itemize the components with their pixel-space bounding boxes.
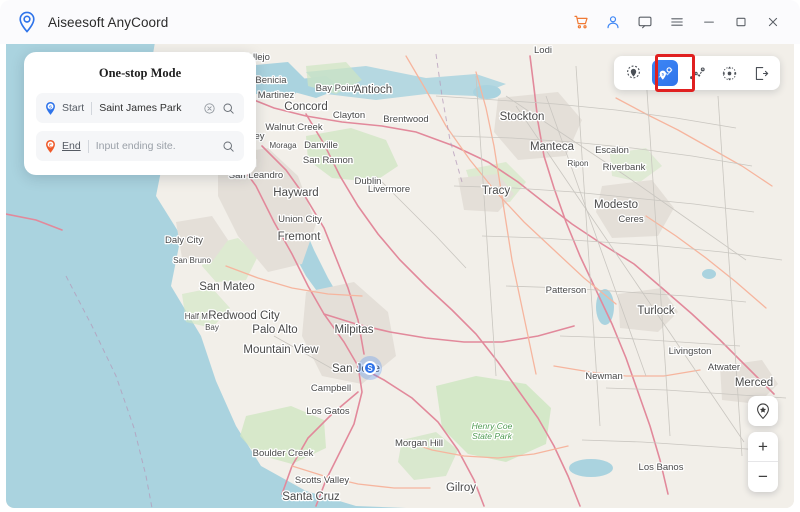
start-marker-dot: S — [363, 361, 377, 375]
map-place-label: San Mateo — [199, 281, 255, 293]
start-label: Start — [62, 102, 85, 114]
map-place-label: Modesto — [594, 199, 638, 211]
map-place-label: Campbell — [311, 383, 351, 394]
map-place-label: Hayward — [273, 187, 318, 199]
title-bar: Aiseesoft AnyCoord — [0, 0, 800, 44]
locate-button[interactable] — [748, 396, 778, 426]
app-brand: Aiseesoft AnyCoord — [16, 11, 168, 33]
feedback-icon[interactable] — [630, 7, 660, 37]
map-place-label: Livermore — [368, 184, 410, 195]
start-marker[interactable]: S — [358, 356, 382, 380]
map-place-label: Clayton — [333, 110, 365, 121]
map-place-label: Benicia — [255, 75, 287, 86]
map-place-label: Milpitas — [335, 324, 374, 336]
mode-one-stop[interactable]: S — [652, 60, 678, 86]
map-place-label: Merced — [735, 377, 773, 389]
minimize-button[interactable] — [694, 7, 724, 37]
clear-icon[interactable] — [201, 100, 217, 116]
account-icon[interactable] — [598, 7, 628, 37]
map-place-label: Atwater — [708, 362, 740, 373]
zoom-in-button[interactable]: + — [748, 432, 778, 462]
map-place-label: Patterson — [546, 285, 587, 296]
start-field-row[interactable]: S Start — [36, 93, 244, 123]
map-place-label: State Park — [472, 431, 512, 441]
map-place-label: Moraga — [269, 141, 297, 150]
window-controls — [566, 7, 788, 37]
app-title: Aiseesoft AnyCoord — [48, 14, 169, 30]
application-window: Vallejo Lodi Benicia Bay Point Antioch Martin… — [0, 0, 800, 512]
map-place-label: Los Banos — [639, 462, 684, 473]
close-button[interactable] — [758, 7, 788, 37]
cart-icon[interactable] — [566, 7, 596, 37]
map-place-label: Los Gatos — [306, 406, 350, 417]
map-place-label: Gilroy — [446, 482, 476, 494]
map-place-label: Redwood City — [208, 310, 280, 322]
map-place-label: Ceres — [618, 214, 644, 225]
map-place-label: Riverbank — [603, 162, 646, 173]
start-divider — [91, 101, 93, 115]
mode-joystick[interactable] — [716, 60, 742, 86]
end-label: End — [62, 140, 81, 152]
zoom-out-button[interactable]: − — [748, 462, 778, 492]
search-icon[interactable] — [220, 100, 236, 116]
search-icon[interactable] — [220, 138, 236, 154]
map-place-label: Tracy — [482, 185, 511, 197]
map-place-label: Henry Coe — [472, 421, 513, 431]
map-place-label: Turlock — [637, 305, 675, 317]
map-place-label: Manteca — [530, 141, 575, 153]
location-pin-icon — [19, 11, 35, 33]
end-field-row[interactable]: E End — [36, 131, 244, 161]
map-place-label: Stockton — [500, 111, 545, 123]
menu-icon[interactable] — [662, 7, 692, 37]
map-place-label: Fremont — [278, 231, 322, 243]
map-place-label: Santa Cruz — [282, 491, 340, 503]
zoom-controls: + − — [748, 432, 778, 492]
mode-multi-stop[interactable] — [684, 60, 710, 86]
map-place-label: Concord — [284, 101, 327, 113]
one-stop-panel: One-stop Mode S Start Saint James Park E… — [24, 52, 256, 175]
map-place-label: Newman — [585, 371, 623, 382]
map-place-label: Scotts Valley — [295, 475, 349, 486]
map-place-label: Ripon — [568, 159, 589, 168]
map-place-label: Brentwood — [383, 114, 428, 125]
maximize-button[interactable] — [726, 7, 756, 37]
end-pin-icon: E — [46, 139, 55, 153]
map-place-label: Mountain View — [243, 344, 319, 356]
start-pin-icon: S — [46, 101, 55, 115]
map-place-label: Danville — [304, 140, 338, 151]
map-place-label: Boulder Creek — [253, 448, 314, 459]
map-place-label: Palo Alto — [252, 324, 297, 336]
map-place-label: Bay Point — [316, 83, 357, 94]
map-place-label: Bay — [205, 323, 219, 332]
mode-toolbar: S — [614, 56, 780, 90]
map-place-label: Escalon — [595, 145, 629, 156]
start-input[interactable] — [99, 102, 198, 114]
mode-exit[interactable] — [748, 60, 774, 86]
map-place-label: San Ramon — [303, 155, 353, 166]
map-place-label: Walnut Creek — [265, 122, 322, 133]
map-place-label: Martinez — [258, 90, 295, 101]
map-place-label: Antioch — [354, 84, 392, 96]
svg-text:S: S — [49, 104, 52, 109]
map-place-label: Daly City — [165, 235, 203, 246]
end-divider — [87, 139, 89, 153]
map-place-label: Lodi — [534, 45, 552, 56]
svg-text:E: E — [49, 142, 52, 147]
map-place-label: Union City — [278, 214, 322, 225]
map-place-label: Morgan Hill — [395, 438, 443, 449]
map-place-label: Livingston — [669, 346, 712, 357]
mode-modify-location[interactable] — [620, 60, 646, 86]
map-place-label: San Bruno — [173, 256, 211, 265]
end-input[interactable] — [95, 140, 217, 152]
panel-title: One-stop Mode — [98, 66, 182, 80]
